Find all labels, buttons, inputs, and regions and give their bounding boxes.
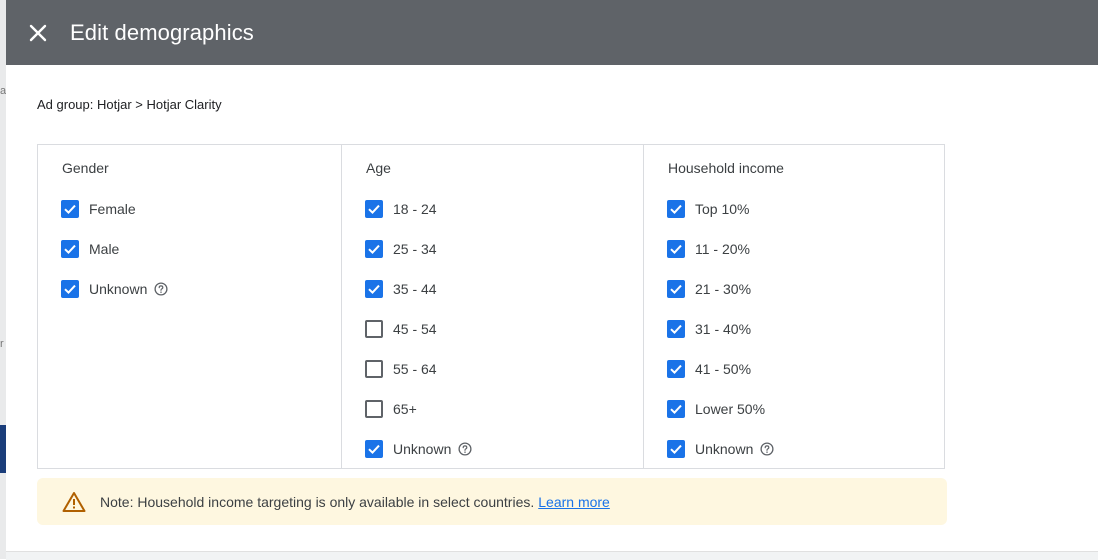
option-label: 65+ (393, 401, 417, 417)
gender-option[interactable]: Unknown (61, 279, 168, 299)
option-label: 25 - 34 (393, 241, 437, 257)
age-option[interactable]: 18 - 24 (365, 199, 437, 219)
age-option[interactable]: 55 - 64 (365, 359, 437, 379)
checkbox-checked[interactable] (61, 280, 79, 298)
checkbox-checked[interactable] (365, 440, 383, 458)
gender-option[interactable]: Male (61, 239, 119, 259)
option-label: Male (89, 241, 120, 257)
age-option[interactable]: 25 - 34 (365, 239, 437, 259)
help-icon[interactable] (458, 442, 472, 456)
checkbox-checked[interactable] (667, 400, 685, 418)
option-label: 35 - 44 (393, 281, 437, 297)
checkbox-checked[interactable] (667, 280, 685, 298)
checkbox-checked[interactable] (365, 240, 383, 258)
age-option[interactable]: 65+ (365, 399, 417, 419)
gender-option[interactable]: Female (61, 199, 136, 219)
income-option[interactable]: Lower 50% (667, 399, 765, 419)
age-option[interactable]: 45 - 54 (365, 319, 437, 339)
household-income-title: Household income (668, 160, 784, 176)
option-label: Top 10% (695, 201, 750, 217)
option-label: Unknown (695, 441, 754, 457)
checkbox-checked[interactable] (365, 200, 383, 218)
income-option[interactable]: 41 - 50% (667, 359, 751, 379)
household-income-column: Household income Top 10% 11 - 20% 21 - 30%… (643, 145, 944, 468)
income-option[interactable]: Top 10% (667, 199, 749, 219)
option-label: Unknown (89, 281, 148, 297)
close-icon (29, 24, 47, 41)
close-button[interactable] (26, 21, 50, 45)
learn-more-link[interactable]: Learn more (538, 494, 610, 510)
gender-title: Gender (62, 160, 109, 176)
income-option[interactable]: 11 - 20% (667, 239, 750, 259)
option-label: 31 - 40% (695, 321, 752, 337)
checkbox-checked[interactable] (667, 240, 685, 258)
checkbox-checked[interactable] (365, 280, 383, 298)
help-icon[interactable] (760, 442, 774, 456)
option-label: Lower 50% (695, 401, 766, 417)
dialog-title: Edit demographics (70, 19, 254, 45)
checkbox-checked[interactable] (61, 200, 79, 218)
dialog-header: Edit demographics (6, 0, 1098, 65)
checkbox-unchecked[interactable] (365, 400, 383, 418)
option-label: 41 - 50% (695, 361, 752, 377)
gender-column: Gender Female Male Unknown (38, 145, 341, 468)
option-label: 21 - 30% (695, 281, 752, 297)
background-text: r (0, 338, 4, 350)
age-option[interactable]: 35 - 44 (365, 279, 437, 299)
edit-demographics-dialog: Edit demographics Ad group: Hotjar > Hot… (6, 0, 1098, 560)
checkbox-checked[interactable] (667, 440, 685, 458)
income-option[interactable]: 21 - 30% (667, 279, 751, 299)
help-icon[interactable] (154, 282, 168, 296)
note-text: Note: Household income targeting is only… (100, 493, 535, 510)
income-option[interactable]: Unknown (667, 439, 774, 459)
option-label: Unknown (393, 441, 452, 457)
demographics-panel: Gender Female Male Unknown Age 18 - 24 25 -… (37, 144, 945, 469)
age-option[interactable]: Unknown (365, 439, 472, 459)
income-option[interactable]: 31 - 40% (667, 319, 751, 339)
option-label: 18 - 24 (393, 201, 437, 217)
checkbox-unchecked[interactable] (365, 320, 383, 338)
option-label: 11 - 20% (695, 241, 750, 257)
option-label: 55 - 64 (393, 361, 437, 377)
checkbox-checked[interactable] (667, 320, 685, 338)
income-note-banner: Note: Household income targeting is only… (37, 478, 947, 525)
age-column: Age 18 - 24 25 - 34 35 - 44 45 - 54 55 - 64 6… (341, 145, 643, 468)
checkbox-unchecked[interactable] (365, 360, 383, 378)
checkbox-checked[interactable] (61, 240, 79, 258)
warning-icon (62, 491, 86, 513)
option-label: Female (89, 201, 136, 217)
checkbox-checked[interactable] (667, 360, 685, 378)
checkbox-checked[interactable] (667, 200, 685, 218)
ad-group-breadcrumb: Ad group: Hotjar > Hotjar Clarity (37, 97, 222, 112)
age-title: Age (366, 160, 391, 176)
option-label: 45 - 54 (393, 321, 437, 337)
